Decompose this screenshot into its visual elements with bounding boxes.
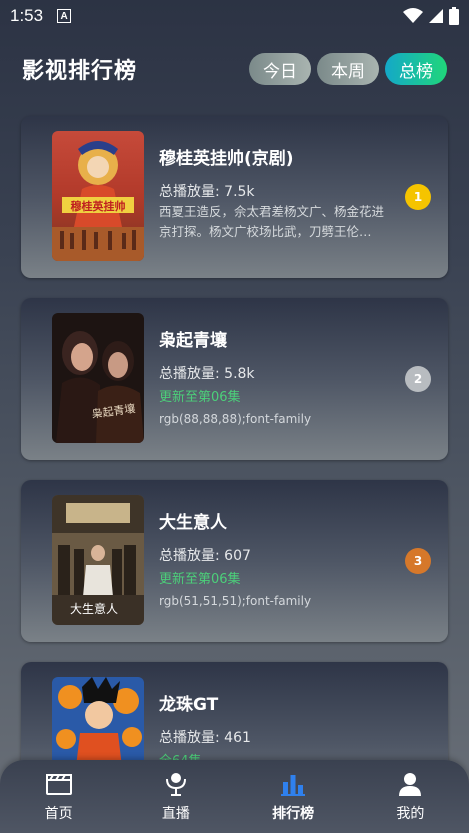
poster-title-text: 大生意人	[70, 601, 118, 616]
microphone-icon	[161, 770, 191, 798]
poster-title-text: 穆桂英挂帅	[71, 199, 126, 213]
card-info: 大生意人 总播放量: 607 更新至第06集 rgb(51,51,51);fon…	[159, 510, 395, 611]
card-title: 枭起青壤	[159, 331, 227, 351]
update-status: 更新至第06集	[159, 572, 241, 587]
rank-badge: 3	[405, 548, 431, 574]
ranking-card[interactable]: 大生意人 大生意人 总播放量: 607 更新至第06集 rgb(51,51,51…	[21, 480, 448, 642]
poster-image[interactable]: 穆桂英挂帅	[52, 131, 144, 261]
bottom-tab-bar: 首页 直播 排行榜 我的	[0, 760, 469, 833]
tabbar-item-home[interactable]: 首页	[0, 770, 117, 823]
card-title: 大生意人	[159, 513, 227, 533]
ranking-card[interactable]: 穆桂英挂帅 穆桂英挂帅(京剧) 总播放量: 7.5k 西夏王造反，佘太君差杨文广…	[21, 116, 448, 278]
rank-badge: 2	[405, 366, 431, 392]
view-count: 总播放量: 7.5k	[159, 184, 255, 200]
ranking-list: 穆桂英挂帅 穆桂英挂帅(京剧) 总播放量: 7.5k 西夏王造反，佘太君差杨文广…	[0, 0, 469, 833]
poster-image[interactable]: 枭起青壤	[52, 313, 144, 443]
rank-badge: 1	[405, 184, 431, 210]
tabbar-item-ranking[interactable]: 排行榜	[235, 770, 352, 823]
card-info: 穆桂英挂帅(京剧) 总播放量: 7.5k 西夏王造反，佘太君差杨文广、杨金花进京…	[159, 146, 395, 242]
card-description: 西夏王造反，佘太君差杨文广、杨金花进京打探。杨文广校场比武，刀劈王伦…	[159, 204, 385, 239]
card-info: 枭起青壤 总播放量: 5.8k 更新至第06集 rgb(88,88,88);fo…	[159, 328, 395, 429]
tabbar-item-profile[interactable]: 我的	[352, 770, 469, 823]
ranking-card[interactable]: 枭起青壤 枭起青壤 总播放量: 5.8k 更新至第06集 rgb(88,88,8…	[21, 298, 448, 460]
card-title: 穆桂英挂帅(京剧)	[159, 149, 294, 169]
update-status: 更新至第06集	[159, 390, 241, 405]
card-meta-text: rgb(88,88,88);font-family	[159, 412, 312, 426]
person-icon	[395, 770, 425, 798]
view-count: 总播放量: 607	[159, 548, 251, 564]
tabbar-label: 我的	[396, 806, 425, 822]
card-title: 龙珠GT	[159, 695, 219, 715]
poster-image[interactable]: 大生意人	[52, 495, 144, 625]
tabbar-item-live[interactable]: 直播	[117, 770, 234, 823]
view-count: 总播放量: 461	[159, 730, 251, 746]
tabbar-label: 首页	[44, 806, 73, 822]
card-meta-text: rgb(51,51,51);font-family	[159, 594, 312, 608]
clapperboard-icon	[44, 770, 74, 798]
view-count: 总播放量: 5.8k	[159, 366, 255, 382]
bar-chart-icon	[278, 770, 308, 798]
tabbar-label: 直播	[161, 806, 190, 822]
tabbar-label: 排行榜	[272, 806, 315, 822]
